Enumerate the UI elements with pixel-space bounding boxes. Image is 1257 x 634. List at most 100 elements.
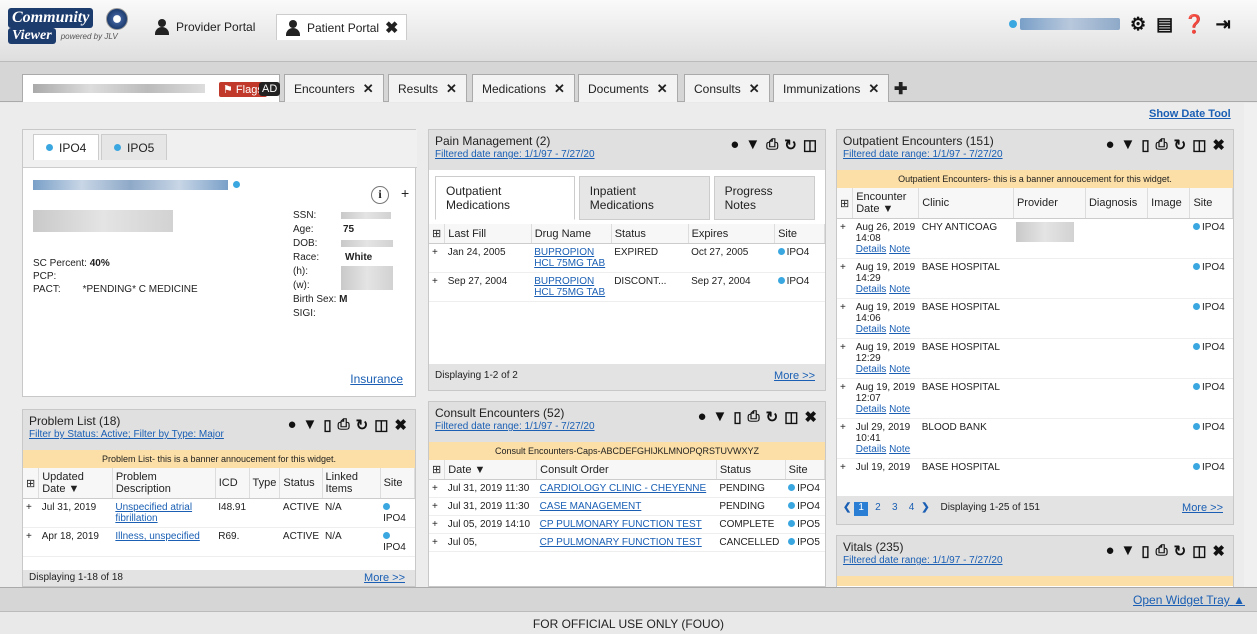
expand-row-icon[interactable]: + <box>23 498 39 528</box>
close-icon[interactable]: ✖ <box>394 416 407 434</box>
column-header[interactable]: Date ▼ <box>444 460 538 480</box>
patient-portal-tab[interactable]: Patient Portal ✖ <box>276 14 408 40</box>
more-link[interactable]: More >> <box>1182 502 1223 514</box>
column-header[interactable]: Updated Date ▼ <box>38 468 113 499</box>
note-link[interactable]: Note <box>889 364 910 375</box>
close-icon[interactable]: ✖ <box>1212 136 1225 154</box>
details-link[interactable]: Details <box>856 284 887 295</box>
tab-immunizations[interactable]: Immunizations ✕ <box>773 74 890 102</box>
column-header[interactable]: Last Fill <box>444 224 532 244</box>
print-icon[interactable]: ⎙ <box>1156 542 1168 560</box>
expand-row-icon[interactable]: + <box>837 298 853 339</box>
filter-icon[interactable]: ▼ <box>745 136 760 154</box>
page-number[interactable]: 1 <box>854 502 869 516</box>
column-header[interactable]: Type <box>249 468 281 499</box>
expand-icon[interactable]: ◫ <box>1192 136 1206 154</box>
document-icon[interactable]: ▤ <box>1156 14 1173 35</box>
ad-badge[interactable]: AD <box>259 82 281 96</box>
filter-icon[interactable]: ▼ <box>303 416 318 434</box>
tab-documents[interactable]: Documents ✕ <box>578 74 678 102</box>
next-page-icon[interactable]: ❯ <box>921 502 929 513</box>
note-link[interactable]: Note <box>889 444 910 455</box>
expand-all-icon[interactable]: ⊞ <box>837 188 854 219</box>
table-row[interactable]: + Aug 26, 2019 14:08 Details Note CHY ANT… <box>837 218 1233 259</box>
page-number[interactable]: 4 <box>905 502 919 516</box>
refresh-icon[interactable]: ↻ <box>1174 136 1187 154</box>
expand-row-icon[interactable]: + <box>837 458 853 474</box>
print-icon[interactable]: ⎙ <box>1156 136 1168 154</box>
site-tab-ipo4[interactable]: IPO4 <box>33 134 100 160</box>
column-header[interactable]: Diagnosis <box>1085 188 1149 219</box>
close-icon[interactable]: ✕ <box>749 81 760 97</box>
table-row[interactable]: + Sep 27, 2004 BUPROPION HCL 75MG TAB DI… <box>429 272 825 302</box>
provider-portal-tab[interactable]: Provider Portal <box>146 14 263 40</box>
close-icon[interactable]: ✕ <box>554 81 565 97</box>
expand-icon[interactable]: ◫ <box>374 416 388 434</box>
tab-medications[interactable]: Medications ✕ <box>472 74 575 102</box>
details-link[interactable]: Details <box>856 444 887 455</box>
table-row[interactable]: + Jul 31, 2019 Unspecified atrial fibril… <box>23 498 415 528</box>
refresh-icon[interactable]: ↻ <box>356 416 369 434</box>
more-link[interactable]: More >> <box>774 370 815 382</box>
tab-results[interactable]: Results ✕ <box>388 74 467 102</box>
plus-icon[interactable]: + <box>401 185 409 201</box>
subtab-inpatient-medications[interactable]: Inpatient Medications <box>578 176 710 220</box>
expand-icon[interactable]: ◫ <box>784 408 798 426</box>
close-icon[interactable]: ✕ <box>868 81 879 97</box>
table-row[interactable]: + Aug 19, 2019 12:29 Details Note BASE HO… <box>837 338 1233 379</box>
consult-order-link[interactable]: CP PULMONARY FUNCTION TEST <box>540 519 702 530</box>
expand-row-icon[interactable]: + <box>837 418 853 459</box>
table-row[interactable]: + Jul 31, 2019 11:30 CASE MANAGEMENT PEN… <box>429 497 825 516</box>
gear-icon[interactable]: ⚙ <box>1130 14 1146 35</box>
table-row[interactable]: + Jan 24, 2005 BUPROPION HCL 75MG TAB EX… <box>429 243 825 273</box>
page-number[interactable]: 2 <box>871 502 885 516</box>
clipboard-icon[interactable]: ▯ <box>733 408 741 426</box>
close-icon[interactable]: ✕ <box>363 81 374 97</box>
info-icon[interactable]: ● <box>730 136 739 154</box>
drug-name-link[interactable]: BUPROPION HCL 75MG TAB <box>534 276 605 298</box>
drug-name-link[interactable]: BUPROPION HCL 75MG TAB <box>534 247 605 269</box>
column-header[interactable]: Status <box>611 224 689 244</box>
refresh-icon[interactable]: ↻ <box>766 408 779 426</box>
note-link[interactable]: Note <box>889 244 910 255</box>
info-icon[interactable]: ● <box>1105 136 1114 154</box>
table-row[interactable]: + Aug 19, 2019 14:06 Details Note BASE HO… <box>837 298 1233 339</box>
column-header[interactable]: Site <box>1189 188 1233 219</box>
column-header[interactable]: Site <box>785 460 826 480</box>
table-row[interactable]: + Jul 31, 2019 11:30 CARDIOLOGY CLINIC -… <box>429 479 825 498</box>
expand-all-icon[interactable]: ⊞ <box>429 224 446 244</box>
note-link[interactable]: Note <box>889 324 910 335</box>
tab-encounters[interactable]: Encounters ✕ <box>284 74 384 102</box>
filter-icon[interactable]: ▼ <box>1121 542 1136 560</box>
expand-icon[interactable]: ◫ <box>803 136 817 154</box>
expand-row-icon[interactable]: + <box>837 258 853 299</box>
filter-icon[interactable]: ▼ <box>713 408 728 426</box>
details-link[interactable]: Details <box>856 324 887 335</box>
consult-order-link[interactable]: CARDIOLOGY CLINIC - CHEYENNE <box>540 483 707 494</box>
more-link[interactable]: More >> <box>364 572 405 584</box>
info-icon[interactable]: ● <box>1105 542 1114 560</box>
subtab-outpatient-medications[interactable]: Outpatient Medications <box>435 176 575 220</box>
details-link[interactable]: Details <box>856 404 887 415</box>
column-header[interactable]: ICD <box>215 468 250 499</box>
expand-row-icon[interactable]: + <box>429 533 445 552</box>
expand-row-icon[interactable]: + <box>23 527 39 557</box>
table-row[interactable]: + Jul 19, 2019 10:43Details Note BASE HO… <box>837 458 1233 474</box>
expand-row-icon[interactable]: + <box>429 479 445 498</box>
column-header[interactable]: Site <box>774 224 825 244</box>
table-row[interactable]: + Apr 18, 2019 Illness, unspecified R69.… <box>23 527 415 557</box>
close-icon[interactable]: ✖ <box>385 18 398 38</box>
column-header[interactable]: Expires <box>688 224 776 244</box>
column-header[interactable]: Image <box>1147 188 1191 219</box>
page-number[interactable]: 3 <box>888 502 902 516</box>
expand-row-icon[interactable]: + <box>429 515 445 534</box>
details-link[interactable]: Details <box>856 244 887 255</box>
note-link[interactable]: Note <box>889 284 910 295</box>
column-header[interactable]: Linked Items <box>322 468 381 499</box>
table-row[interactable]: + Jul 29, 2019 10:41 Details Note BLOOD B… <box>837 418 1233 459</box>
column-header[interactable]: Status <box>716 460 786 480</box>
close-icon[interactable]: ✖ <box>804 408 817 426</box>
info-icon[interactable]: ● <box>697 408 706 426</box>
details-link[interactable]: Details <box>856 364 887 375</box>
column-header[interactable]: Site <box>380 468 416 499</box>
